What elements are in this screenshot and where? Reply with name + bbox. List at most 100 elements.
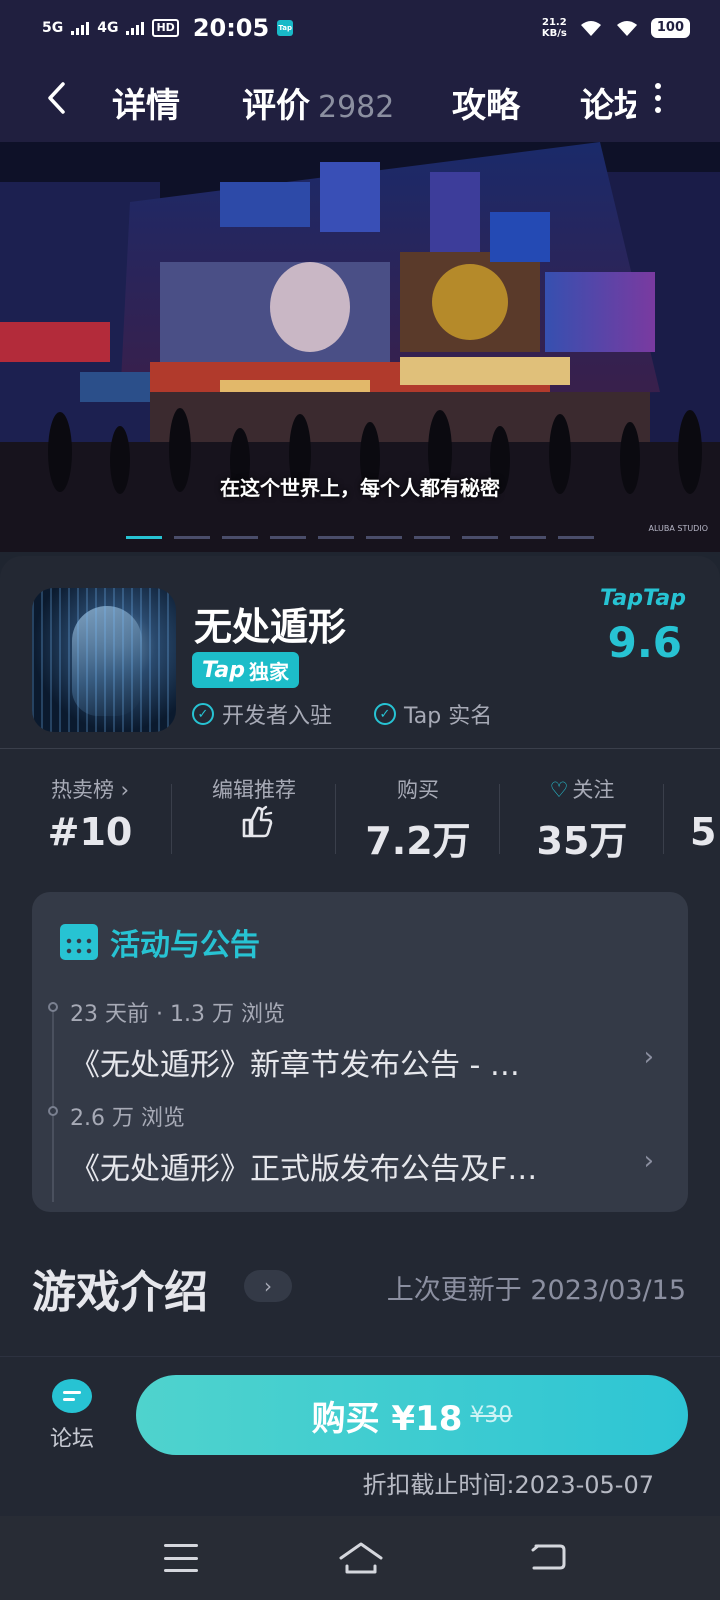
studio-watermark: ALUBA STUDIO: [648, 524, 708, 533]
system-back-button[interactable]: [528, 1540, 568, 1576]
realname-verified-label: Tap 实名: [404, 704, 493, 729]
exclusive-brand: Tap: [202, 657, 245, 683]
carousel-dot[interactable]: [270, 536, 306, 539]
menu-button[interactable]: [164, 1544, 198, 1572]
heart-plus-icon: ♡: [549, 778, 569, 802]
review-count: 2982: [318, 90, 395, 125]
carousel-dot[interactable]: [510, 536, 546, 539]
stat-value: 7.2万: [365, 819, 471, 863]
exclusive-badge: Tap 独家: [192, 652, 299, 688]
exclusive-label: 独家: [249, 659, 289, 684]
game-title: 无处遁形: [194, 605, 347, 649]
stat-label: 编辑推荐: [212, 778, 296, 802]
carousel-indicator[interactable]: [126, 536, 594, 539]
home-icon: [339, 1542, 383, 1574]
stat-label: 热卖榜 ›: [50, 778, 130, 802]
stat-follow[interactable]: ♡ 关注 35万: [500, 748, 664, 878]
events-header[interactable]: 活动与公告: [60, 920, 260, 964]
status-bar: 5G 4G HD 20:05 Tap 21.2 KB/s 100: [0, 0, 720, 56]
tab-guides[interactable]: 攻略: [452, 78, 520, 127]
clock: 20:05: [192, 14, 270, 42]
tab-reviews-label: 评价: [242, 86, 310, 126]
carousel-dot[interactable]: [414, 536, 450, 539]
timeline-dot: [48, 1002, 58, 1012]
network-speed: 21.2 KB/s: [542, 17, 567, 39]
tab-forum[interactable]: 论坛: [580, 78, 636, 127]
carousel-dot[interactable]: [126, 536, 162, 539]
speed-value: 21.2: [542, 17, 567, 28]
tab-guides-label: 攻略: [452, 86, 520, 126]
check-circle-icon: ✓: [192, 703, 214, 725]
more-button[interactable]: [650, 80, 666, 116]
carousel-dot[interactable]: [222, 536, 258, 539]
taptap-notification-icon: Tap: [277, 20, 294, 36]
chevron-right-icon: ›: [264, 1274, 272, 1298]
tab-details[interactable]: 详情: [112, 78, 180, 127]
stat-value: 5: [690, 810, 717, 854]
tab-reviews[interactable]: 评价 2982: [242, 78, 394, 127]
forum-icon: [52, 1379, 92, 1413]
announcement-title: 《无处遁形》新章节发布公告 - …: [70, 1048, 520, 1083]
rating-brand: TapTap: [600, 586, 686, 611]
battery-indicator: 100: [650, 18, 690, 38]
chevron-right-icon: ›: [643, 1146, 654, 1176]
check-circle-icon: ✓: [374, 703, 396, 725]
signal-icon-2: [126, 21, 145, 35]
carousel-dot[interactable]: [558, 536, 594, 539]
wifi-icon: [580, 21, 601, 36]
follow-label: 关注: [572, 778, 615, 802]
top-navigation: 详情 评价 2982 攻略 论坛: [0, 56, 720, 142]
developer-verified: ✓ 开发者入驻: [192, 698, 332, 730]
back-system-icon: [531, 1544, 566, 1570]
network-5g-label: 5G: [42, 20, 64, 36]
developer-verified-label: 开发者入驻: [222, 704, 333, 729]
events-title: 活动与公告: [110, 928, 260, 963]
stat-label: ♡ 关注: [500, 774, 664, 804]
hero-banner[interactable]: 在这个世界上，每个人都有秘密 ALUBA STUDIO: [0, 142, 720, 552]
intro-expand-button[interactable]: ›: [244, 1270, 292, 1302]
announcement-title: 《无处遁形》正式版发布公告及F…: [70, 1152, 538, 1187]
carousel-dot[interactable]: [366, 536, 402, 539]
network-4g-label: 4G: [97, 20, 119, 36]
carousel-dot[interactable]: [318, 536, 354, 539]
calendar-icon: [60, 924, 98, 960]
realname-verified: ✓ Tap 实名: [374, 698, 492, 730]
game-info-card: 无处遁形 Tap 独家 ✓ 开发者入驻 ✓ Tap 实名 TapTap 9.6 …: [0, 556, 720, 1356]
rating-score[interactable]: 9.6: [608, 618, 682, 667]
discount-deadline: 折扣截止时间:2023-05-07: [362, 1471, 654, 1499]
wifi-icon-2: [616, 21, 637, 36]
chevron-right-icon: ›: [643, 1042, 654, 1072]
intro-title: 游戏介绍: [32, 1267, 208, 1318]
buy-label: 购买 ¥18: [311, 1398, 463, 1439]
menu-icon: [164, 1544, 198, 1547]
forum-button[interactable]: 论坛: [44, 1379, 100, 1453]
back-button[interactable]: [36, 78, 76, 118]
tab-details-label: 详情: [112, 86, 180, 126]
hd-voice-badge: HD: [152, 19, 179, 37]
carousel-dot[interactable]: [174, 536, 210, 539]
home-button[interactable]: [338, 1540, 384, 1576]
stat-value: 35万: [536, 819, 628, 863]
last-updated: 上次更新于 2023/03/15: [386, 1275, 686, 1306]
stat-purchases[interactable]: 购买 7.2万: [336, 748, 500, 878]
bottom-action-bar: 论坛 购买 ¥18 ¥30 折扣截止时间:2023-05-07: [0, 1356, 720, 1516]
stat-editor-pick[interactable]: 编辑推荐: [172, 748, 336, 878]
stats-row: 热卖榜 › #10 编辑推荐 购买 7.2万 ♡ 关注 35万 5: [0, 748, 720, 878]
timeline-line: [52, 1002, 54, 1202]
speed-unit: KB/s: [541, 28, 567, 39]
stat-hot-chart[interactable]: 热卖榜 › #10: [8, 748, 172, 878]
stat-label: 购买: [397, 778, 439, 802]
forum-label: 论坛: [49, 1427, 94, 1452]
signal-icon: [71, 21, 90, 35]
announcement-meta: 2.6 万 浏览: [70, 1106, 185, 1131]
stat-value: #10: [47, 810, 133, 854]
buy-button[interactable]: 购买 ¥18 ¥30: [136, 1375, 688, 1455]
more-icon: [655, 83, 661, 89]
hero-caption: 在这个世界上，每个人都有秘密: [220, 476, 500, 500]
thumb-up-icon: [238, 804, 274, 844]
system-navigation-bar: [0, 1516, 720, 1600]
carousel-dot[interactable]: [462, 536, 498, 539]
stat-more[interactable]: 5: [664, 748, 720, 878]
events-announcements: 活动与公告 23 天前 · 1.3 万 浏览 《无处遁形》新章节发布公告 - ……: [32, 892, 688, 1212]
game-icon[interactable]: [32, 588, 176, 732]
